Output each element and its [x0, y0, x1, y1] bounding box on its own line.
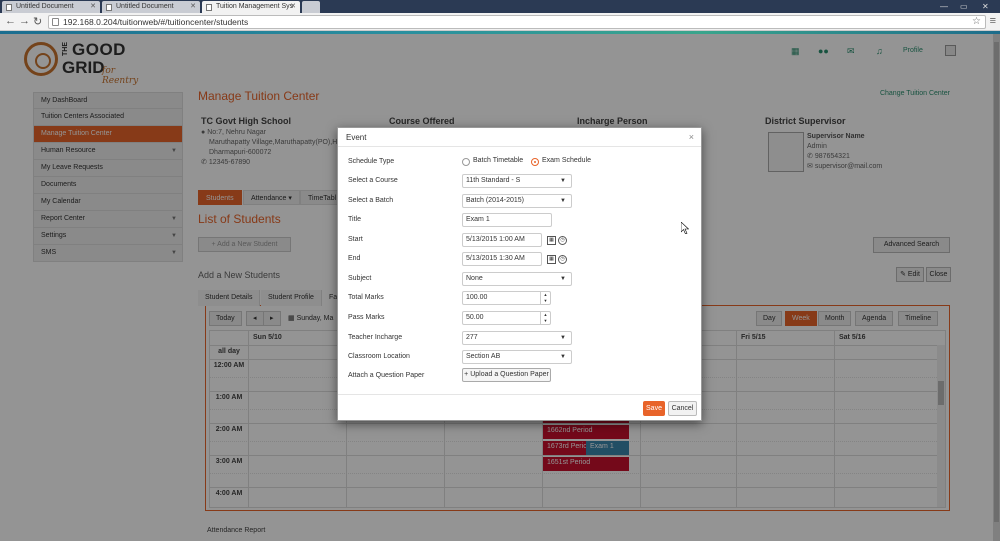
browser-tab-title: Untitled Document [116, 3, 174, 10]
batch-select[interactable]: Batch (2014-2015) ▼ [462, 194, 572, 208]
classroom-label: Classroom Location [348, 353, 410, 360]
pass-marks-value: 50.00 [466, 314, 484, 321]
stepper-arrows-icon[interactable]: ▲ ▼ [540, 312, 550, 324]
teacher-value: 277 [466, 334, 478, 341]
reload-icon[interactable]: ↻ [33, 15, 42, 28]
total-marks-label: Total Marks [348, 294, 384, 301]
course-select[interactable]: 11th Standard - S ▼ [462, 174, 572, 188]
modal-title: Event [346, 133, 367, 142]
browser-tab-1[interactable]: Untitled Document ✕ [2, 1, 100, 13]
classroom-select[interactable]: Section AB ▼ [462, 350, 572, 364]
document-icon [106, 4, 112, 11]
title-label: Title [348, 216, 361, 223]
page-icon [52, 18, 59, 26]
end-input[interactable]: 5/13/2015 1:30 AM [462, 252, 542, 266]
teacher-label: Teacher Incharge [348, 334, 403, 341]
cancel-button[interactable]: Cancel [668, 401, 697, 416]
course-value: 11th Standard - S [466, 177, 521, 184]
browser-tab-bar: Untitled Document ✕ Untitled Document ✕ … [0, 0, 1000, 13]
start-input[interactable]: 5/13/2015 1:00 AM [462, 233, 542, 247]
mouse-cursor-icon [681, 222, 689, 234]
close-tab-icon[interactable]: ✕ [90, 2, 96, 10]
teacher-select[interactable]: 277 ▼ [462, 331, 572, 345]
maximize-icon[interactable]: ▭ [960, 2, 968, 11]
title-input[interactable]: Exam 1 [462, 213, 552, 227]
clock-icon[interactable]: ◷ [558, 236, 567, 245]
chevron-down-icon: ▼ [560, 354, 566, 360]
course-label: Select a Course [348, 177, 398, 184]
close-tab-icon[interactable]: ✕ [190, 2, 196, 10]
calendar-icon[interactable]: ▦ [547, 236, 556, 245]
new-tab-button[interactable] [302, 1, 320, 13]
subject-select[interactable]: None ▼ [462, 272, 572, 286]
total-marks-value: 100.00 [466, 294, 488, 301]
url-input[interactable]: 192.168.0.204/tuitionweb/#/tuitioncenter… [48, 15, 986, 29]
chevron-down-icon: ▼ [560, 276, 566, 282]
calendar-icon[interactable]: ▦ [547, 255, 556, 264]
document-icon [6, 4, 12, 11]
radio-batch-timetable-label[interactable]: Batch Timetable [473, 157, 523, 164]
radio-exam-schedule-label[interactable]: Exam Schedule [542, 157, 591, 164]
event-modal: Event × Schedule Type Batch Timetable Ex… [337, 127, 702, 421]
browser-tab-title: Tuition Management Sys [216, 3, 294, 10]
minimize-icon[interactable]: — [940, 2, 948, 11]
batch-label: Select a Batch [348, 197, 394, 204]
end-label: End [348, 255, 361, 262]
schedule-type-label: Schedule Type [348, 158, 395, 165]
back-icon[interactable]: ← [5, 15, 16, 27]
clock-icon[interactable]: ◷ [558, 255, 567, 264]
chevron-down-icon: ▼ [560, 198, 566, 204]
subject-label: Subject [348, 275, 372, 282]
total-marks-stepper[interactable]: 100.00 ▲ ▼ [462, 291, 551, 305]
chevron-down-icon: ▼ [560, 335, 566, 341]
radio-exam-schedule[interactable] [531, 158, 539, 166]
chevron-down-icon: ▼ [560, 178, 566, 184]
upload-question-paper-button[interactable]: + Upload a Question Paper [462, 368, 551, 382]
modal-divider [338, 394, 701, 395]
address-bar: ← → ↻ 192.168.0.204/tuitionweb/#/tuition… [0, 13, 1000, 31]
subject-value: None [466, 275, 483, 282]
close-tab-icon[interactable]: ✕ [290, 2, 296, 10]
pass-marks-label: Pass Marks [348, 314, 385, 321]
pass-marks-stepper[interactable]: 50.00 ▲ ▼ [462, 311, 551, 325]
document-icon [206, 4, 212, 11]
forward-icon[interactable]: → [19, 15, 30, 27]
schedule-type-group: Batch Timetable Exam Schedule [462, 157, 602, 169]
menu-icon[interactable]: ≡ [990, 15, 996, 27]
classroom-value: Section AB [466, 353, 501, 360]
modal-header: Event × [338, 128, 701, 147]
stepper-arrows-icon[interactable]: ▲ ▼ [540, 292, 550, 304]
close-icon[interactable]: × [689, 132, 694, 142]
batch-value: Batch (2014-2015) [466, 197, 524, 204]
start-label: Start [348, 236, 363, 243]
browser-tab-title: Untitled Document [16, 3, 74, 10]
radio-batch-timetable[interactable] [462, 158, 470, 166]
url-text: 192.168.0.204/tuitionweb/#/tuitioncenter… [63, 17, 249, 27]
browser-tab-3[interactable]: Tuition Management Sys ✕ [202, 1, 300, 13]
save-button[interactable]: Save [643, 401, 665, 416]
bookmark-star-icon[interactable]: ☆ [972, 16, 981, 28]
close-window-icon[interactable]: ✕ [982, 2, 989, 11]
attach-label: Attach a Question Paper [348, 372, 425, 379]
browser-tab-2[interactable]: Untitled Document ✕ [102, 1, 200, 13]
